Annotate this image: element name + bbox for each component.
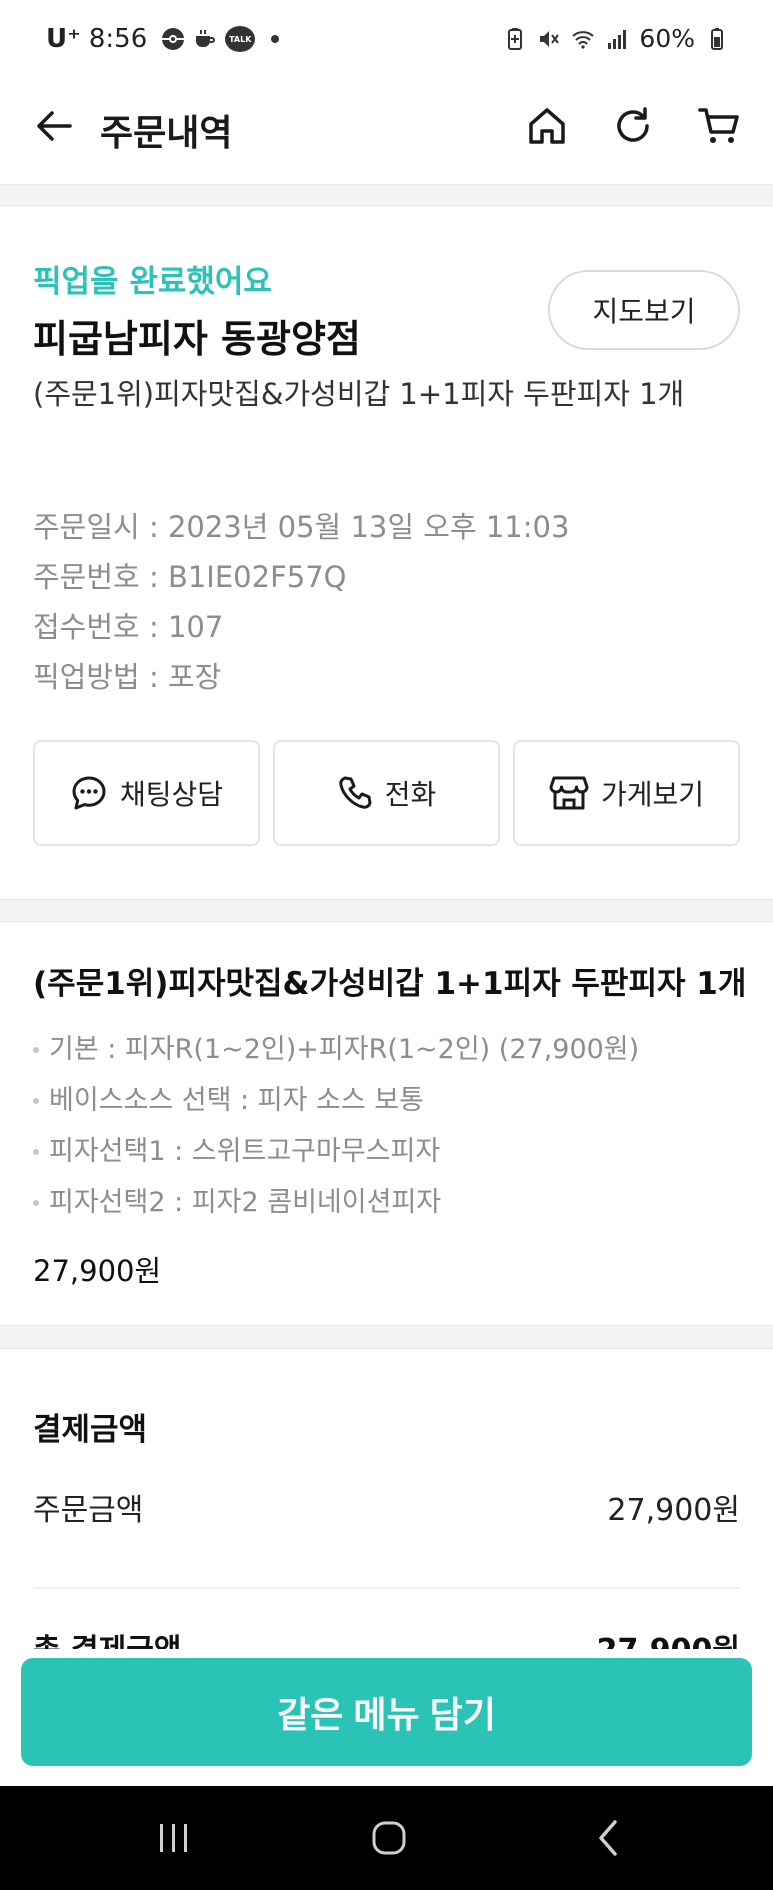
menu-detail-card: (주문1위)피자맛집&가성비갑 1+1피자 두판피자 1개 기본 : 피자R(1… (0, 922, 773, 1325)
order-info-list: 주문일시 : 2023년 05월 13일 오후 11:03 주문번호 : B1I… (33, 502, 569, 702)
more-notifications-dot (271, 35, 280, 43)
menu-title: (주문1위)피자맛집&가성비갑 1+1피자 두판피자 1개 (33, 966, 747, 1002)
battery-icon (711, 27, 723, 50)
refresh-icon (617, 107, 649, 142)
phone-call-button[interactable]: 전화 (273, 740, 500, 846)
order-summary-card: 픽업을 완료했어요 피굽남피자 동광양점 지도보기 (주문1위)피자맛집&가성비… (0, 206, 773, 899)
phone-icon (338, 776, 372, 809)
menu-option-text: 베이스소스 선택 : 피자 소스 보통 (49, 1085, 424, 1116)
order-item-summary: (주문1위)피자맛집&가성비갑 1+1피자 두판피자 1개 (33, 377, 685, 411)
reorder-same-menu-button[interactable]: 같은 메뉴 담기 (21, 1658, 752, 1766)
pickup-method-label: 픽업방법 (33, 660, 140, 694)
menu-price: 27,900원 (33, 1254, 162, 1288)
signal-icon (608, 29, 627, 49)
section-divider (0, 1325, 773, 1349)
view-map-button[interactable]: 지도보기 (548, 270, 740, 350)
mute-icon (540, 30, 560, 47)
home-nav-button[interactable] (359, 1814, 419, 1862)
divider (33, 1587, 740, 1589)
cart-button[interactable] (695, 102, 743, 150)
order-amount-value: 27,900원 (607, 1493, 740, 1528)
recent-apps-icon (160, 1824, 187, 1852)
chat-consult-label: 채팅상담 (119, 779, 224, 810)
list-item: 피자선택2 : 피자2 콤비네이션피자 (33, 1177, 639, 1228)
kakaotalk-notification-icon: TALK (225, 26, 256, 52)
bullet (33, 1097, 39, 1104)
total-payment-value: 27,900원 (597, 1625, 740, 1649)
total-payment-label: 총 결제금액 (33, 1625, 181, 1649)
order-number-value: B1IE02F57Q (167, 560, 347, 594)
payment-heading: 결제금액 (33, 1412, 148, 1448)
menu-option-text: 기본 : 피자R(1~2인)+피자R(1~2인) (27,900원) (49, 1034, 640, 1065)
receipt-number-value: 107 (167, 610, 224, 644)
battery-percent: 60% (639, 24, 695, 53)
store-name[interactable]: 피굽남피자 동광양점 (33, 308, 361, 363)
coffee-notification-icon (196, 30, 216, 47)
refresh-button[interactable] (609, 102, 657, 150)
chat-consult-button[interactable]: 채팅상담 (33, 740, 260, 846)
pickup-method-row: 픽업방법 : 포장 (33, 660, 222, 694)
menu-option-text: 피자선택2 : 피자2 콤비네이션피자 (49, 1187, 442, 1218)
list-item: 피자선택1 : 스위트고구마무스피자 (33, 1126, 639, 1177)
view-store-button[interactable]: 가게보기 (513, 740, 740, 846)
cart-icon (698, 108, 739, 143)
store-icon (549, 776, 589, 810)
receipt-number-label: 접수번호 (33, 610, 140, 644)
order-number-label: 주문번호 (33, 560, 140, 594)
home-nav-icon (372, 1821, 406, 1855)
order-amount-label: 주문금액 (33, 1493, 144, 1528)
receipt-number-row: 접수번호 : 107 (33, 610, 224, 644)
bullet (33, 1046, 39, 1053)
section-divider (0, 184, 773, 206)
order-date-value: 2023년 05월 13일 오후 11:03 (167, 510, 570, 544)
back-nav-icon (599, 1820, 617, 1856)
system-navigation-bar (0, 1786, 773, 1890)
menu-option-list: 기본 : 피자R(1~2인)+피자R(1~2인) (27,900원) 베이스소스… (33, 1024, 639, 1228)
home-button[interactable] (523, 102, 571, 150)
bottom-cta-bar: 같은 메뉴 담기 (0, 1650, 773, 1786)
order-date-row: 주문일시 : 2023년 05월 13일 오후 11:03 (33, 510, 570, 544)
home-icon (529, 108, 565, 144)
list-item: 베이스소스 선택 : 피자 소스 보통 (33, 1075, 639, 1126)
battery-saver-icon (508, 27, 523, 50)
back-nav-button[interactable] (578, 1814, 638, 1862)
order-number-row: 주문번호 : B1IE02F57Q (33, 560, 347, 594)
back-arrow-icon (37, 111, 72, 141)
status-bar-right: 60% (503, 24, 729, 53)
app-header: 주문내역 (0, 80, 773, 184)
recent-apps-button[interactable] (144, 1814, 204, 1862)
clock: 8:56 (88, 24, 148, 54)
wifi-icon (572, 30, 595, 49)
pokeball-notification-icon (162, 28, 185, 50)
order-date-label: 주문일시 (33, 510, 140, 544)
view-store-label: 가게보기 (600, 779, 705, 810)
status-bar: U⁺ 8:56 TALK 60% (0, 0, 773, 80)
status-bar-left: U⁺ 8:56 TALK (46, 24, 280, 54)
section-divider (0, 899, 773, 922)
phone-call-label: 전화 (384, 779, 437, 810)
chat-icon (72, 776, 106, 810)
page-title: 주문내역 (100, 113, 233, 154)
pickup-method-value: 포장 (167, 660, 222, 694)
order-action-row: 채팅상담 전화 가게보기 (33, 740, 740, 846)
bullet (33, 1148, 39, 1155)
bullet (33, 1199, 39, 1206)
payment-card: 결제금액 주문금액 27,900원 총 결제금액 27,900원 (0, 1349, 773, 1649)
carrier-label: U⁺ (46, 24, 81, 54)
menu-option-text: 피자선택1 : 스위트고구마무스피자 (49, 1136, 441, 1167)
list-item: 기본 : 피자R(1~2인)+피자R(1~2인) (27,900원) (33, 1024, 639, 1075)
order-status-text: 픽업을 완료했어요 (33, 264, 272, 300)
back-button[interactable] (30, 102, 78, 150)
